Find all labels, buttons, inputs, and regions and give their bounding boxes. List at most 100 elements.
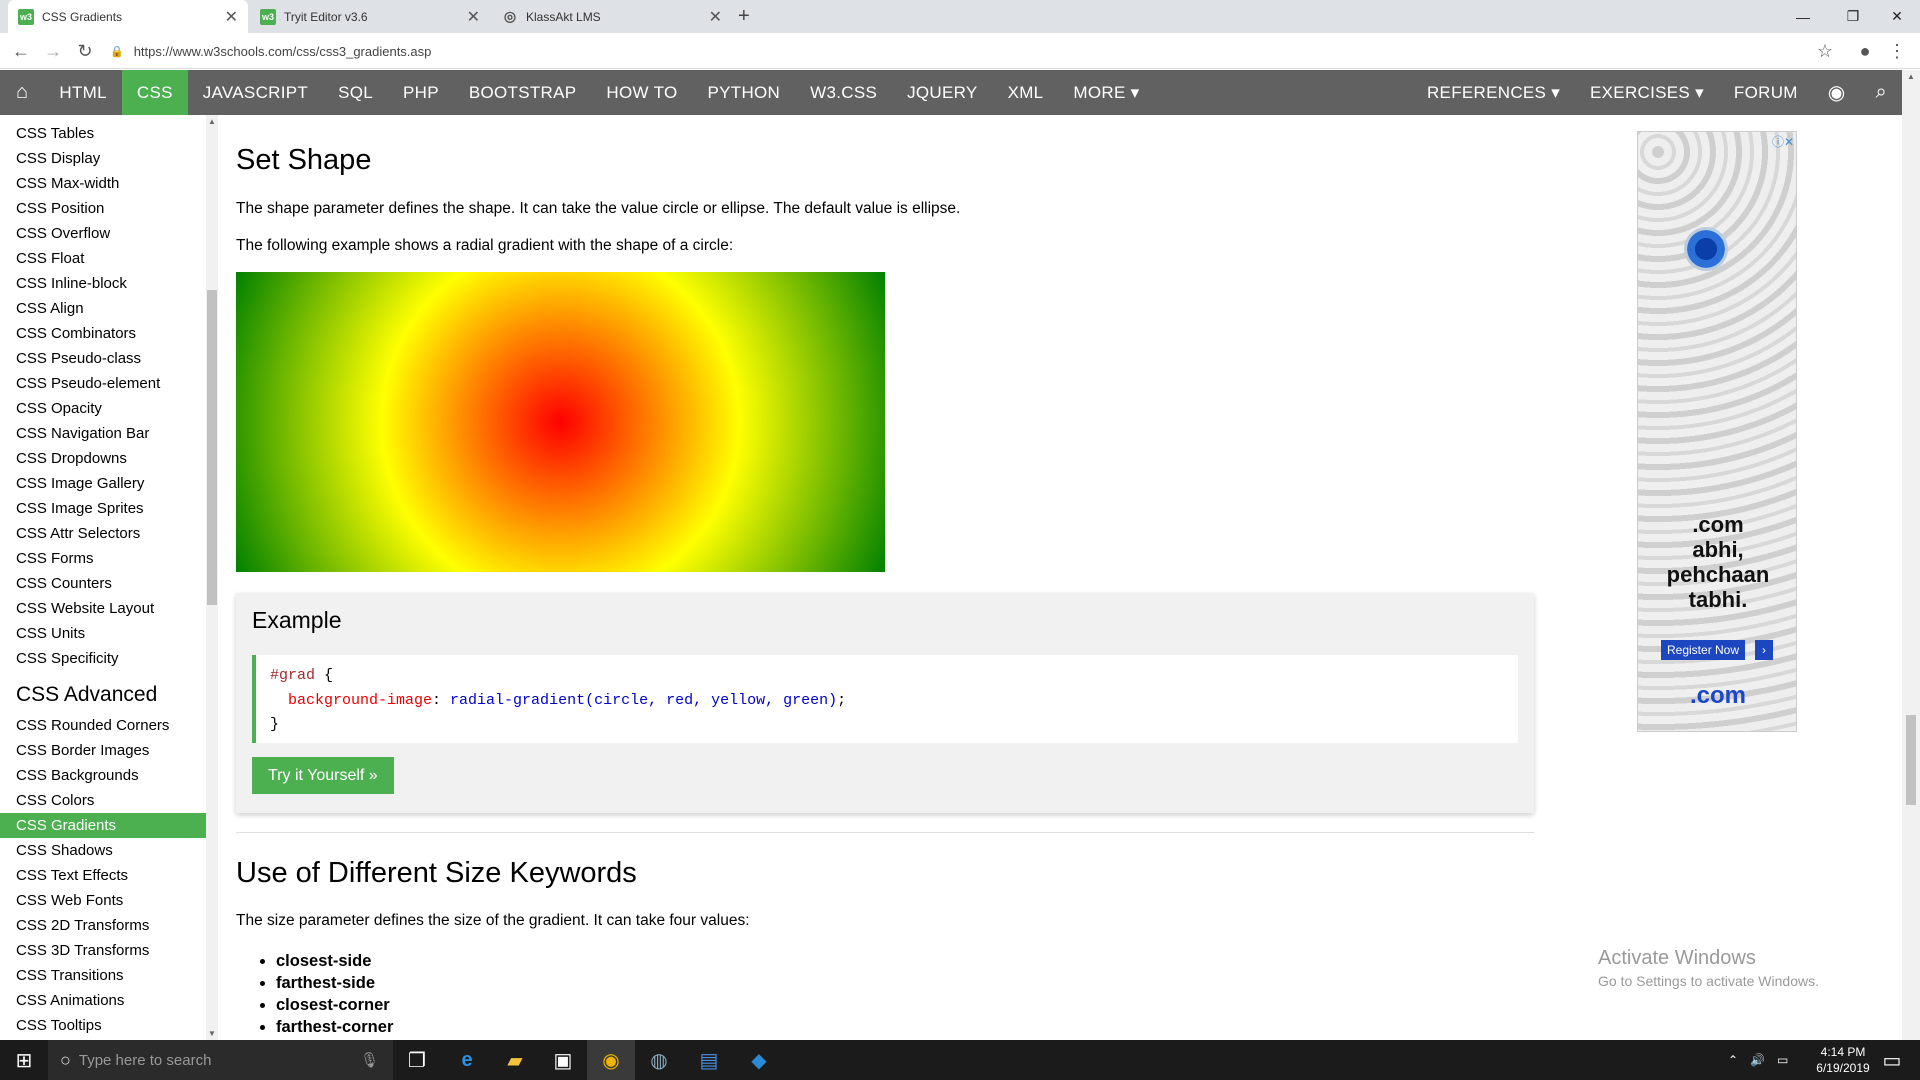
notification-icon[interactable]: ▭ <box>1868 1040 1916 1080</box>
code-property: background-image <box>288 691 433 709</box>
vscode-icon[interactable]: ◆ <box>735 1040 783 1080</box>
tab-css-gradients[interactable]: w3 CSS Gradients ✕ <box>8 0 248 33</box>
scroll-up-icon[interactable]: ▲ <box>208 117 216 126</box>
store-icon[interactable]: ▣ <box>539 1040 587 1080</box>
sidebar-item-css-position[interactable]: CSS Position <box>0 196 206 221</box>
sidebar-item-css-forms[interactable]: CSS Forms <box>0 546 206 571</box>
minimize-icon[interactable]: — <box>1778 0 1828 33</box>
advertisement-banner[interactable]: ⓘ✕ com .com abhi, pehchaan tabhi. Regist… <box>1637 131 1797 732</box>
sidebar-item-css-display[interactable]: CSS Display <box>0 146 206 171</box>
microphone-icon[interactable]: 🎙 <box>360 1051 379 1069</box>
search-icon[interactable]: ⌕ <box>1861 70 1903 115</box>
sidebar-scroll-thumb[interactable] <box>207 290 217 605</box>
reload-icon[interactable]: ↻ <box>73 39 97 63</box>
sidebar-item-css-web-fonts[interactable]: CSS Web Fonts <box>0 888 206 913</box>
nav-w3css[interactable]: W3.CSS <box>795 70 892 115</box>
tray-chevron-up-icon[interactable]: ⌃ <box>1728 1053 1738 1067</box>
sidebar-item-css-counters[interactable]: CSS Counters <box>0 571 206 596</box>
home-icon[interactable]: ⌂ <box>0 70 44 115</box>
file-explorer-icon[interactable]: ▰ <box>491 1040 539 1080</box>
nav-references-dropdown[interactable]: REFERENCES ▾ <box>1412 70 1575 115</box>
app-icon[interactable]: ◍ <box>635 1040 683 1080</box>
nav-php[interactable]: PHP <box>388 70 454 115</box>
close-icon[interactable]: ✕ <box>225 7 238 27</box>
page-scroll-thumb[interactable] <box>1906 715 1916 805</box>
sidebar-item-css-inline-block[interactable]: CSS Inline-block <box>0 271 206 296</box>
sidebar-item-css-colors[interactable]: CSS Colors <box>0 788 206 813</box>
sidebar-item-css-opacity[interactable]: CSS Opacity <box>0 396 206 421</box>
sidebar-item-css-gradients[interactable]: CSS Gradients <box>0 813 206 838</box>
sidebar-item-css-website-layout[interactable]: CSS Website Layout <box>0 596 206 621</box>
sidebar-item-css-rounded-corners[interactable]: CSS Rounded Corners <box>0 713 206 738</box>
edge-browser-icon[interactable]: e <box>443 1040 491 1080</box>
scroll-up-icon[interactable]: ▲ <box>1907 72 1915 81</box>
sidebar-item-css-shadows[interactable]: CSS Shadows <box>0 838 206 863</box>
sidebar-item-css-overflow[interactable]: CSS Overflow <box>0 221 206 246</box>
ad-choices-icon[interactable]: ⓘ✕ <box>1772 133 1794 150</box>
nav-jquery[interactable]: JQUERY <box>892 70 992 115</box>
close-icon[interactable]: ✕ <box>709 7 722 27</box>
forward-arrow-icon[interactable]: → <box>41 39 65 63</box>
globe-icon[interactable]: ◉ <box>1813 70 1861 115</box>
sidebar-item-css-animations[interactable]: CSS Animations <box>0 988 206 1013</box>
nav-more-dropdown[interactable]: MORE ▾ <box>1058 70 1154 115</box>
sidebar-item-css-dropdowns[interactable]: CSS Dropdowns <box>0 446 206 471</box>
nav-css[interactable]: CSS <box>121 70 188 115</box>
network-icon[interactable]: ▭ <box>1777 1053 1788 1067</box>
profile-icon[interactable]: ● <box>1853 39 1877 63</box>
nav-exercises-dropdown[interactable]: EXERCISES ▾ <box>1575 70 1719 115</box>
sidebar-item-css-tables[interactable]: CSS Tables <box>0 121 206 146</box>
nav-xml[interactable]: XML <box>993 70 1059 115</box>
sidebar-item-css-float[interactable]: CSS Float <box>0 246 206 271</box>
nav-html[interactable]: HTML <box>44 70 121 115</box>
sidebar-item-css-units[interactable]: CSS Units <box>0 621 206 646</box>
sidebar-item-css-image-sprites[interactable]: CSS Image Sprites <box>0 496 206 521</box>
sidebar-item-css-text-effects[interactable]: CSS Text Effects <box>0 863 206 888</box>
nav-how-to[interactable]: HOW TO <box>591 70 692 115</box>
ad-register-now-button[interactable]: Register Now <box>1661 640 1746 660</box>
taskbar-search-box[interactable]: ○ Type here to search 🎙 <box>48 1040 393 1080</box>
windows-start-icon[interactable]: ⊞ <box>0 1040 48 1080</box>
chevron-right-icon[interactable]: › <box>1755 640 1773 660</box>
chrome-icon[interactable]: ◉ <box>587 1040 635 1080</box>
restore-icon[interactable]: ❐ <box>1828 0 1878 33</box>
new-tab-icon[interactable]: + <box>738 5 750 28</box>
sidebar-item-css-image-gallery[interactable]: CSS Image Gallery <box>0 471 206 496</box>
volume-icon[interactable]: 🔊 <box>1750 1053 1765 1067</box>
sidebar-scrollbar[interactable]: ▲ ▼ <box>206 115 218 1040</box>
sidebar-item-css-border-images[interactable]: CSS Border Images <box>0 738 206 763</box>
sidebar-item-css-2d-transforms[interactable]: CSS 2D Transforms <box>0 913 206 938</box>
sidebar-item-css-pseudo-class[interactable]: CSS Pseudo-class <box>0 346 206 371</box>
tab-klassakt-lms[interactable]: ◎ KlassAkt LMS ✕ <box>492 0 732 33</box>
menu-kebab-icon[interactable]: ⋮ <box>1885 39 1909 63</box>
try-it-yourself-button[interactable]: Try it Yourself » <box>252 757 394 794</box>
nav-forum[interactable]: FORUM <box>1719 70 1813 115</box>
close-icon[interactable]: ✕ <box>467 7 480 27</box>
nav-javascript[interactable]: JAVASCRIPT <box>188 70 323 115</box>
code-colon: : <box>432 691 451 709</box>
notepad-icon[interactable]: ▤ <box>685 1040 733 1080</box>
sidebar-item-css-combinators[interactable]: CSS Combinators <box>0 321 206 346</box>
back-arrow-icon[interactable]: ← <box>9 39 33 63</box>
tab-tryit-editor[interactable]: w3 Tryit Editor v3.6 ✕ <box>250 0 490 33</box>
url-bar[interactable]: 🔒 https://www.w3schools.com/css/css3_gra… <box>110 38 1830 65</box>
page-scrollbar[interactable]: ▲ <box>1902 70 1920 1040</box>
sidebar-item-css-pseudo-element[interactable]: CSS Pseudo-element <box>0 371 206 396</box>
sidebar-item-css-navigation-bar[interactable]: CSS Navigation Bar <box>0 421 206 446</box>
sidebar-item-css-transitions[interactable]: CSS Transitions <box>0 963 206 988</box>
sidebar-item-css-max-width[interactable]: CSS Max-width <box>0 171 206 196</box>
scroll-down-icon[interactable]: ▼ <box>208 1029 216 1038</box>
nav-bootstrap[interactable]: BOOTSTRAP <box>454 70 592 115</box>
sidebar-item-css-align[interactable]: CSS Align <box>0 296 206 321</box>
window-close-icon[interactable]: ✕ <box>1872 0 1920 33</box>
sidebar-item-css-attr-selectors[interactable]: CSS Attr Selectors <box>0 521 206 546</box>
nav-python[interactable]: PYTHON <box>692 70 795 115</box>
sidebar-item-css-specificity[interactable]: CSS Specificity <box>0 646 206 671</box>
sidebar-item-css-backgrounds[interactable]: CSS Backgrounds <box>0 763 206 788</box>
sidebar-item-css-tooltips[interactable]: CSS Tooltips <box>0 1013 206 1038</box>
sidebar-item-css-3d-transforms[interactable]: CSS 3D Transforms <box>0 938 206 963</box>
task-view-icon[interactable]: ❐ <box>393 1040 441 1080</box>
nav-sql[interactable]: SQL <box>323 70 388 115</box>
w3-top-navigation: ⌂ HTML CSS JAVASCRIPT SQL PHP BOOTSTRAP … <box>0 70 1902 115</box>
bookmark-star-icon[interactable]: ☆ <box>1813 39 1837 63</box>
